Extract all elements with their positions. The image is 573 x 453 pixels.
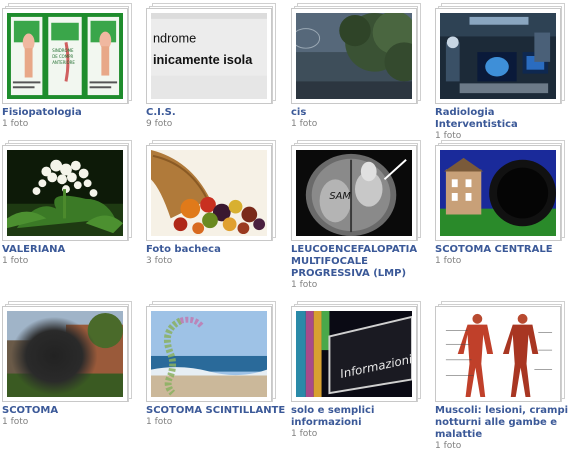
medical-poster-thumbnail: SINDROME DE COMPR ANTERIORE bbox=[7, 13, 123, 99]
photo-count: 1 foto bbox=[2, 417, 29, 427]
album-title[interactable]: SCOTOMA CENTRALE bbox=[435, 244, 573, 256]
document-line: inicamente isola bbox=[153, 52, 253, 67]
album-cover[interactable] bbox=[146, 140, 276, 241]
album-cover[interactable] bbox=[435, 301, 565, 402]
operating-room-thumbnail bbox=[440, 13, 556, 99]
photo-count: 1 foto bbox=[291, 429, 318, 439]
album-title[interactable]: Radiologia Interventistica bbox=[435, 107, 573, 131]
poster-caption: ANTERIORE bbox=[52, 60, 75, 65]
photo-count: 1 foto bbox=[2, 119, 29, 129]
album-title[interactable]: VALERIANA bbox=[2, 244, 142, 256]
album-cover[interactable]: Informazioni bbox=[291, 301, 421, 402]
scotoma-house-thumbnail bbox=[7, 311, 123, 397]
cornucopia-thumbnail bbox=[151, 150, 267, 236]
album-cover[interactable]: SAM bbox=[291, 140, 421, 241]
album-card[interactable]: SCOTOMA SCINTILLANTE 1 foto bbox=[146, 301, 286, 428]
album-title[interactable]: C.I.S. bbox=[146, 107, 286, 119]
photo-count: 3 foto bbox=[146, 256, 173, 266]
album-card[interactable]: Radiologia Interventistica 1 foto bbox=[435, 3, 573, 142]
photo-count: 1 foto bbox=[146, 417, 173, 427]
album-title[interactable]: solo e semplici informazioni bbox=[291, 405, 431, 429]
poster-caption: SINDROME bbox=[52, 48, 74, 53]
album-title[interactable]: cis bbox=[291, 107, 431, 119]
photo-count: 1 foto bbox=[2, 256, 29, 266]
album-card[interactable]: cis 1 foto bbox=[291, 3, 431, 130]
album-title[interactable]: Muscoli: lesioni, crampi notturni alle g… bbox=[435, 405, 573, 441]
informazioni-sign-thumbnail: Informazioni bbox=[296, 311, 412, 397]
photo-count: 1 foto bbox=[435, 256, 462, 266]
album-title[interactable]: Fisiopatologia bbox=[2, 107, 142, 119]
album-card[interactable]: Muscoli: lesioni, crampi notturni alle g… bbox=[435, 301, 573, 452]
album-card[interactable]: VALERIANA 1 foto bbox=[2, 140, 142, 267]
album-cover[interactable] bbox=[435, 3, 565, 104]
scan-label: SAM bbox=[329, 191, 351, 202]
beach-scintillating-thumbnail bbox=[151, 311, 267, 397]
album-cover[interactable]: ndrome inicamente isola bbox=[146, 3, 276, 104]
tree-dusk-thumbnail bbox=[296, 13, 412, 99]
document-text-thumbnail: ndrome inicamente isola bbox=[151, 13, 267, 99]
album-card[interactable]: SAM LEUCOENCEFALOPATIA MULTIFOCALE PROGR… bbox=[291, 140, 431, 291]
album-card[interactable]: SCOTOMA CENTRALE 1 foto bbox=[435, 140, 573, 267]
album-card[interactable]: Foto bacheca 3 foto bbox=[146, 140, 286, 267]
muscle-anatomy-thumbnail bbox=[440, 311, 556, 397]
album-card[interactable]: SINDROME DE COMPR ANTERIORE Fisiopatolog… bbox=[2, 3, 142, 130]
album-cover[interactable] bbox=[146, 301, 276, 402]
album-cover[interactable] bbox=[2, 140, 132, 241]
scotoma-building-thumbnail bbox=[440, 150, 556, 236]
album-cover[interactable] bbox=[435, 140, 565, 241]
brain-scan-thumbnail: SAM bbox=[296, 150, 412, 236]
photo-count: 1 foto bbox=[291, 280, 318, 290]
photo-count: 1 foto bbox=[435, 441, 462, 451]
album-card[interactable]: ndrome inicamente isola C.I.S. 9 foto bbox=[146, 3, 286, 130]
album-cover[interactable] bbox=[291, 3, 421, 104]
photo-count: 1 foto bbox=[291, 119, 318, 129]
document-line: ndrome bbox=[153, 30, 196, 45]
album-title[interactable]: Foto bacheca bbox=[146, 244, 286, 256]
album-title[interactable]: LEUCOENCEFALOPATIA MULTIFOCALE PROGRESSI… bbox=[291, 244, 431, 280]
white-flower-thumbnail bbox=[7, 150, 123, 236]
album-cover[interactable] bbox=[2, 301, 132, 402]
album-title[interactable]: SCOTOMA SCINTILLANTE bbox=[146, 405, 286, 417]
album-card[interactable]: SCOTOMA 1 foto bbox=[2, 301, 142, 428]
album-card[interactable]: Informazioni solo e semplici informazion… bbox=[291, 301, 431, 440]
album-title[interactable]: SCOTOMA bbox=[2, 405, 142, 417]
photo-count: 9 foto bbox=[146, 119, 173, 129]
album-cover[interactable]: SINDROME DE COMPR ANTERIORE bbox=[2, 3, 132, 104]
poster-caption: DE COMPR bbox=[52, 54, 73, 59]
